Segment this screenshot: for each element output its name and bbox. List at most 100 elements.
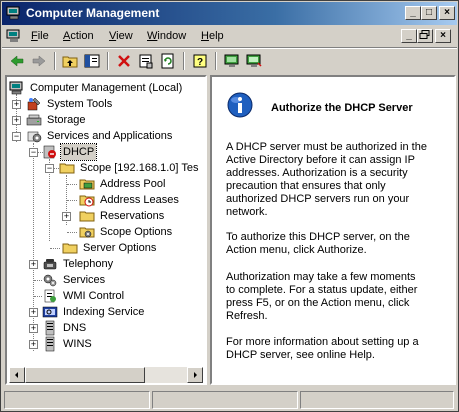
svg-text:?: ?	[197, 57, 203, 68]
back-button[interactable]	[6, 51, 28, 71]
restore-icon	[419, 30, 430, 39]
refresh-button[interactable]	[157, 51, 179, 71]
wmi-control-icon	[44, 289, 56, 303]
scroll-left-icon	[15, 372, 18, 378]
text-line: DHCP server, see online Help.	[226, 349, 375, 361]
computer-management-icon	[9, 81, 23, 95]
scroll-left-button[interactable]	[9, 367, 25, 383]
tree-item-telephony[interactable]: Telephony	[42, 256, 202, 272]
scroll-thumb[interactable]	[25, 367, 145, 383]
expand-telephony[interactable]: +	[29, 260, 38, 269]
expand-wins[interactable]: +	[29, 340, 38, 349]
up-folder-icon	[62, 56, 78, 68]
tree-item-scope[interactable]: Scope [192.168.1.0] Tes	[59, 160, 205, 176]
toolbar-separator	[183, 52, 185, 70]
tree-connector	[67, 184, 77, 185]
tree-item-address-pool[interactable]: Address Pool	[79, 176, 205, 192]
title-bar[interactable]: Computer Management _ □ ×	[2, 2, 457, 25]
tree-item-indexing-service[interactable]: Indexing Service	[42, 304, 202, 320]
computer-management-window: Computer Management _ □ × File Action Vi…	[0, 0, 459, 412]
minimize-button[interactable]: _	[405, 6, 421, 20]
expand-dns[interactable]: +	[29, 324, 38, 333]
monitor-button[interactable]	[243, 51, 265, 71]
tree-item-dhcp[interactable]: DHCP	[42, 143, 202, 161]
indexing-service-icon	[42, 306, 58, 318]
details-title: Authorize the DHCP Server	[271, 102, 413, 114]
tree-item-address-leases[interactable]: Address Leases	[79, 192, 205, 208]
tree-item-scope-options[interactable]: Scope Options	[79, 224, 205, 240]
help-icon: ?	[193, 54, 207, 68]
tree-item-label: DHCP	[59, 143, 98, 161]
tree-item-storage[interactable]: Storage	[26, 112, 205, 128]
scroll-right-button[interactable]	[187, 367, 203, 383]
details-paragraph: Authorization may take a few moments to …	[226, 271, 450, 323]
tree-connector	[34, 280, 42, 281]
monitor-icon	[246, 54, 262, 67]
tree-item-label: WINS	[63, 338, 92, 350]
close-button[interactable]: ×	[439, 6, 455, 20]
authorize-button[interactable]	[221, 51, 243, 71]
dhcp-server-icon	[43, 145, 56, 159]
collapse-scope[interactable]: −	[45, 164, 54, 173]
child-close-button[interactable]: ×	[435, 29, 451, 43]
expand-storage[interactable]: +	[12, 116, 21, 125]
tree-item-label: Indexing Service	[63, 306, 145, 318]
storage-icon	[26, 114, 42, 126]
properties-button[interactable]	[135, 51, 157, 71]
expand-indexing-service[interactable]: +	[29, 308, 38, 317]
tree-item-computer-management[interactable]: Computer Management (Local)	[9, 80, 205, 96]
text-line: Active Directory before it can assign IP	[226, 154, 415, 166]
tree-item-label: Services	[63, 274, 106, 286]
expand-system-tools[interactable]: +	[12, 100, 21, 109]
status-bar	[2, 389, 457, 410]
telephony-icon	[43, 259, 57, 270]
details-paragraph: To authorize this DHCP server, on the Ac…	[226, 231, 450, 257]
tree-item-wins[interactable]: WINS	[42, 336, 202, 352]
tree-horizontal-scrollbar[interactable]	[9, 367, 203, 383]
tree-item-server-options[interactable]: Server Options	[62, 240, 202, 256]
text-line: addresses. Authorization is a security	[226, 167, 408, 179]
scope-options-icon	[79, 227, 95, 238]
collapse-dhcp[interactable]: −	[29, 148, 38, 157]
delete-icon	[118, 55, 130, 67]
show-hide-tree-button[interactable]	[81, 51, 103, 71]
text-line: to complete. For a status update, either	[226, 284, 418, 296]
collapse-services-applications[interactable]: −	[12, 132, 21, 141]
forward-button[interactable]	[28, 51, 50, 71]
tree-item-label: Telephony	[63, 258, 114, 270]
toolbar-separator	[107, 52, 109, 70]
status-cell	[4, 391, 150, 409]
forward-arrow-icon	[32, 55, 46, 67]
text-line: To authorize this DHCP server, on the	[226, 231, 410, 243]
menu-file[interactable]: File	[31, 30, 49, 42]
tree-item-label: WMI Control	[63, 290, 125, 302]
tree-item-label: Scope [192.168.1.0] Tes	[80, 162, 199, 174]
delete-button[interactable]	[113, 51, 135, 71]
text-line: Action menu, click Authorize.	[226, 244, 367, 256]
tree-item-reservations[interactable]: Reservations	[79, 208, 205, 224]
tree-item-dns[interactable]: DNS	[42, 320, 202, 336]
maximize-button[interactable]: □	[421, 6, 437, 20]
menu-action[interactable]: Action	[63, 30, 94, 42]
tree-item-label: DNS	[63, 322, 87, 334]
console-tree[interactable]: Computer Management (Local) + System Too…	[5, 75, 207, 385]
tree-item-system-tools[interactable]: System Tools	[26, 96, 205, 112]
tree-item-wmi-control[interactable]: WMI Control	[42, 288, 202, 304]
menu-bar: File Action View Window Help _ ×	[2, 26, 457, 47]
tree-item-label: Storage	[47, 114, 86, 126]
computer-management-icon	[6, 6, 20, 20]
tree-item-label: System Tools	[47, 98, 113, 110]
up-one-level-button[interactable]	[59, 51, 81, 71]
expand-reservations[interactable]: +	[62, 212, 71, 221]
address-pool-icon	[79, 179, 95, 190]
tree-item-services[interactable]: Services	[42, 272, 202, 288]
menu-view[interactable]: View	[109, 30, 133, 42]
tree-item-services-applications[interactable]: Services and Applications	[26, 128, 205, 144]
help-button[interactable]: ?	[189, 51, 211, 71]
address-leases-icon	[79, 195, 95, 207]
menu-help[interactable]: Help	[201, 30, 224, 42]
menu-window[interactable]: Window	[147, 30, 186, 42]
child-minimize-button[interactable]: _	[401, 29, 417, 43]
child-restore-button[interactable]	[417, 29, 433, 43]
console-icon[interactable]	[6, 29, 22, 43]
